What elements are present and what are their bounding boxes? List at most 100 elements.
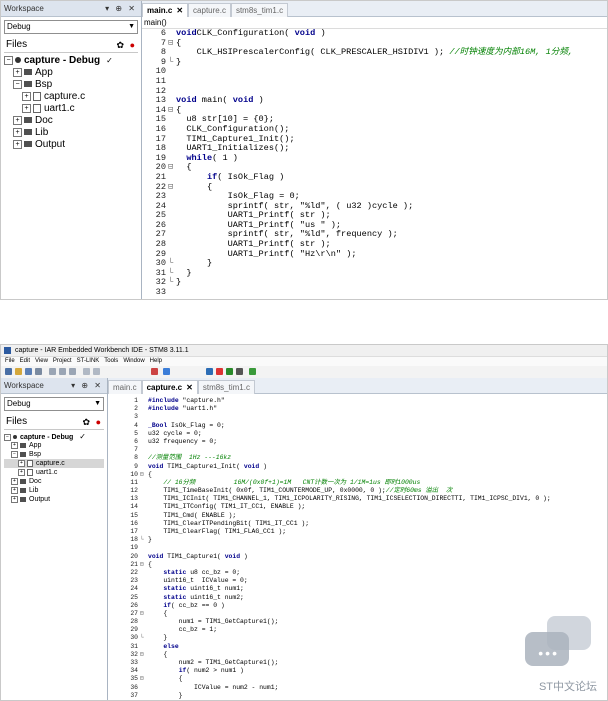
tab-capture-c[interactable]: capture.c <box>188 3 231 17</box>
expand-icon[interactable]: + <box>18 459 25 467</box>
pane-controls[interactable]: ▾ ⊕ ✕ <box>71 378 103 393</box>
expand-icon[interactable]: + <box>22 91 31 101</box>
code-text: CLK_HSIPrescalerConfig( CLK_PRESCALER_HS… <box>176 47 574 58</box>
folder-icon <box>24 69 32 76</box>
tree-item-doc[interactable]: + Doc <box>4 477 104 486</box>
tab-label: main.c <box>113 383 137 392</box>
fold-icon[interactable]: ⊟ <box>168 38 173 49</box>
line-number: 8 <box>134 454 138 462</box>
line-number: 14 <box>130 503 138 511</box>
code-editor[interactable]: 6 voidCLK_Configuration( void ) 7 ⊟{8 CLK_H… <box>142 28 607 298</box>
fold-icon[interactable]: ⊟ <box>140 651 144 659</box>
make-icon[interactable] <box>163 368 170 375</box>
redo-icon[interactable] <box>93 368 100 375</box>
gear-icon[interactable]: ✿ <box>82 415 90 429</box>
tree-item-uart1-c[interactable]: + uart1.c <box>4 468 104 477</box>
save-all-icon[interactable] <box>35 368 42 375</box>
fold-icon[interactable]: ⊟ <box>140 471 144 479</box>
paste-icon[interactable] <box>69 368 76 375</box>
tree-item-label: capture - Debug <box>24 55 101 66</box>
breakpoint-icon[interactable] <box>151 368 158 375</box>
collapse-icon[interactable]: − <box>11 450 18 458</box>
menu-file[interactable]: File <box>5 358 15 364</box>
line-number: 2 <box>134 405 138 413</box>
menu-edit[interactable]: Edit <box>20 358 30 364</box>
chevron-down-icon[interactable]: ▼ <box>94 398 101 410</box>
run-icon[interactable] <box>249 368 256 375</box>
expand-icon[interactable]: + <box>11 495 18 503</box>
save-icon[interactable] <box>25 368 32 375</box>
tree-item-app[interactable]: + App <box>4 441 104 450</box>
fold-icon[interactable]: ⊟ <box>140 675 144 683</box>
expand-icon[interactable]: + <box>13 67 22 77</box>
expand-icon[interactable]: + <box>13 139 22 149</box>
code-text: TIM1_ICInit( TIM1_CHANNEL_1, TIM1_ICPOLA… <box>148 495 551 503</box>
expand-icon[interactable]: + <box>18 468 25 476</box>
debug-icon[interactable] <box>226 368 233 375</box>
collapse-icon[interactable]: − <box>13 79 22 89</box>
fold-icon[interactable]: ⊟ <box>168 182 173 193</box>
tree-item-lib[interactable]: + Lib <box>4 127 138 139</box>
tree-item-lib[interactable]: + Lib <box>4 486 104 495</box>
menu-view[interactable]: View <box>35 358 48 364</box>
tree-item-output[interactable]: + Output <box>4 495 104 504</box>
code-line: 11 // 16分频 16M/(0x0f+1)=1M CNT计数一次为 1/1M… <box>108 479 607 487</box>
tree-item-app[interactable]: + App <box>4 67 138 79</box>
expand-icon[interactable]: + <box>13 115 22 125</box>
close-icon[interactable]: ✕ <box>176 6 183 15</box>
expand-icon[interactable]: + <box>22 103 31 113</box>
fold-icon[interactable]: ⊟ <box>140 610 144 618</box>
tab-stm8s-tim1-c[interactable]: stm8s_tim1.c <box>230 3 289 17</box>
window-title: capture - IAR Embedded Workbench IDE - S… <box>15 347 189 354</box>
expand-icon[interactable]: + <box>11 441 18 449</box>
tree-item-uart1-c[interactable]: + uart1.c <box>4 103 138 115</box>
expand-icon[interactable]: + <box>11 486 18 494</box>
tree-item-bsp[interactable]: − Bsp <box>4 79 138 91</box>
expand-icon[interactable]: + <box>13 127 22 137</box>
fold-icon[interactable]: ⊟ <box>168 163 173 173</box>
tab-capture-c[interactable]: capture.c ✕ <box>141 380 198 394</box>
menu-st-link[interactable]: ST-LINK <box>77 358 100 364</box>
tree-item-label: App <box>35 67 53 78</box>
configuration-select[interactable]: Debug ▼ <box>4 397 104 411</box>
line-number: 7 <box>134 446 138 454</box>
close-icon[interactable]: ✕ <box>186 383 193 392</box>
fold-icon[interactable]: ⊟ <box>140 561 144 569</box>
collapse-icon[interactable]: − <box>4 55 13 65</box>
tab-main-c[interactable]: main.c ✕ <box>142 3 189 17</box>
chevron-down-icon[interactable]: ▼ <box>128 21 135 33</box>
tree-item-doc[interactable]: + Doc <box>4 115 138 127</box>
tab-main-c[interactable]: main.c <box>108 380 142 394</box>
gear-icon[interactable]: ✿ <box>116 38 124 52</box>
tab-stm8s-tim1-c[interactable]: stm8s_tim1.c <box>197 380 255 394</box>
tree-item-capture-c[interactable]: + capture.c <box>4 459 104 468</box>
files-header-label: Files <box>6 416 28 427</box>
menu-tools[interactable]: Tools <box>104 358 118 364</box>
tree-item-bsp[interactable]: − Bsp <box>4 450 104 459</box>
tree-item-capture-debug[interactable]: − capture - Debug ✓ <box>4 55 138 67</box>
menu-project[interactable]: Project <box>53 358 72 364</box>
tree-item-capture-c[interactable]: + capture.c <box>4 91 138 103</box>
collapse-icon[interactable]: − <box>4 433 11 441</box>
expand-icon[interactable]: + <box>11 477 18 485</box>
stop-icon[interactable] <box>216 368 223 375</box>
line-number: 28 <box>130 618 138 626</box>
open-folder-icon[interactable] <box>15 368 22 375</box>
fold-icon[interactable]: ⊟ <box>168 105 173 116</box>
tree-item-output[interactable]: + Output <box>4 139 138 151</box>
pane-controls[interactable]: ▾ ⊕ ✕ <box>105 1 137 16</box>
undo-icon[interactable] <box>83 368 90 375</box>
tree-item-label: Doc <box>29 478 42 485</box>
new-file-icon[interactable] <box>5 368 12 375</box>
line-number: 19 <box>130 544 138 552</box>
download-icon[interactable] <box>236 368 243 375</box>
cut-icon[interactable] <box>49 368 56 375</box>
tree-item-capture-debug[interactable]: − capture - Debug ✓ <box>4 432 104 441</box>
copy-icon[interactable] <box>59 368 66 375</box>
build-icon[interactable] <box>206 368 213 375</box>
folder-icon <box>20 478 26 484</box>
code-text: void TIM1_Capture1_Init( void ) <box>148 462 267 470</box>
configuration-select[interactable]: Debug ▼ <box>4 20 138 34</box>
menu-help[interactable]: Help <box>150 358 162 364</box>
menu-window[interactable]: Window <box>123 358 144 364</box>
